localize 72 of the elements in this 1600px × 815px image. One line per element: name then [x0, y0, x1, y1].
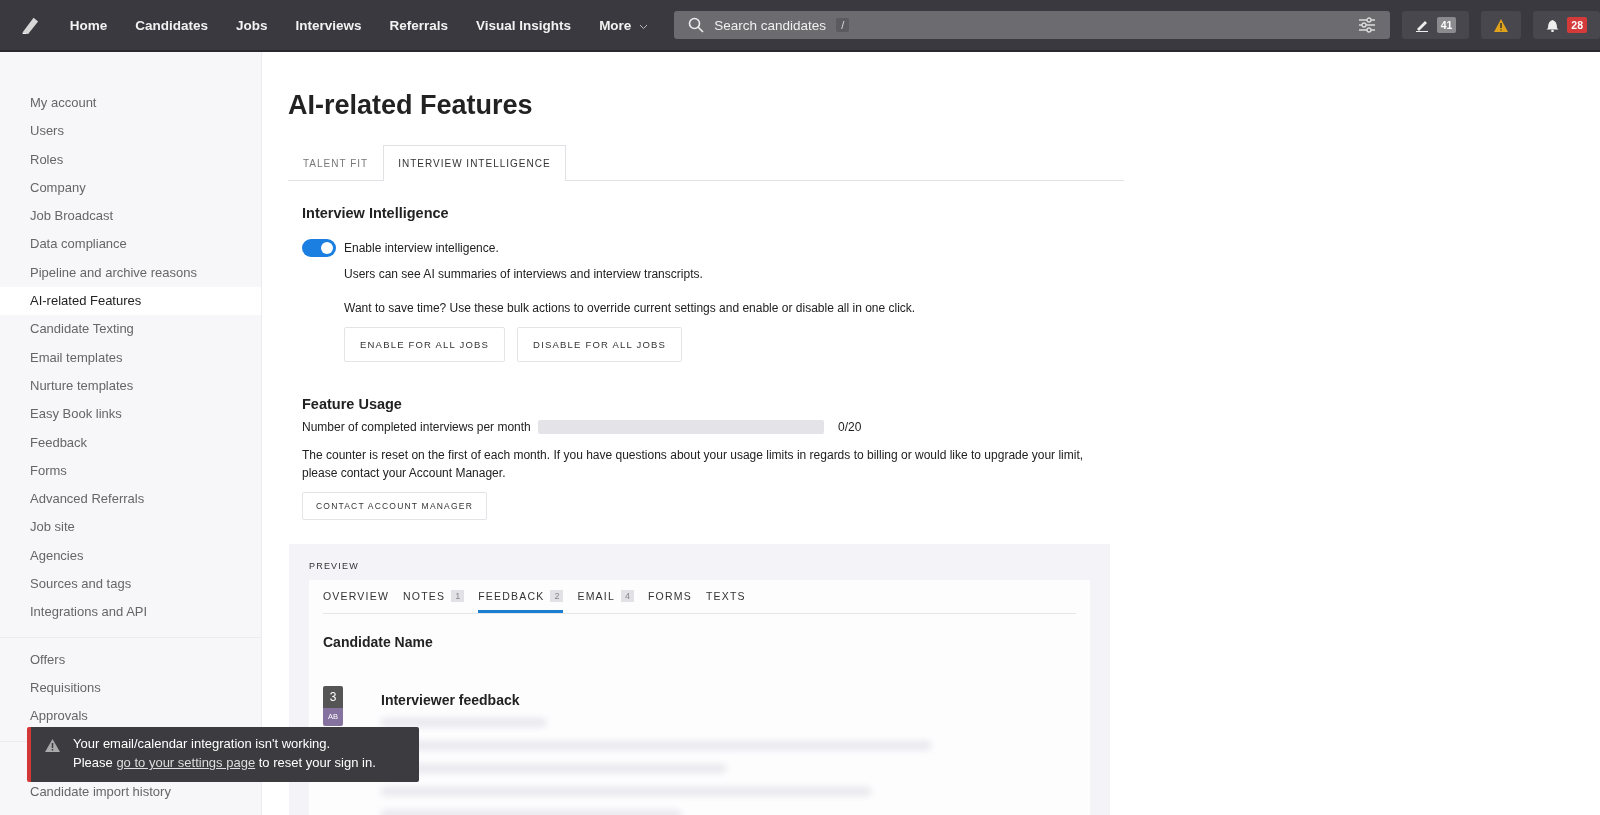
filter-sliders-icon[interactable] [1357, 17, 1376, 33]
sidebar-item[interactable]: Agencies [0, 541, 261, 571]
sidebar-item[interactable]: Requisitions [0, 673, 261, 703]
bulk-action-button[interactable]: DISABLE FOR ALL JOBS [517, 327, 683, 362]
search-field[interactable]: Search candidates [712, 16, 829, 34]
bulk-action-button[interactable]: ENABLE FOR ALL JOBS [344, 327, 506, 362]
sidebar-item[interactable]: Nurture templates [0, 371, 261, 401]
toast-message: Please go to your settings page to reset your sign in. [73, 755, 376, 770]
sidebar-item[interactable]: Integrations and API [0, 598, 261, 627]
sidebar-item[interactable]: Roles [0, 145, 261, 174]
chevron-down-icon [639, 23, 649, 30]
sidebar-item[interactable]: Easy Book links [0, 400, 261, 429]
metric-label: Number of completed interviews per month [302, 420, 532, 434]
bulk-note: Want to save time? Use these bulk actions to override current settings and enable or disable all in one click. [344, 301, 917, 315]
pencil-icon [1414, 18, 1429, 32]
warning-icon [1494, 18, 1509, 32]
nav-link[interactable]: Candidates [135, 17, 208, 33]
usage-note: The counter is reset on the first of each month. If you have questions about your usage limits in regards to billing or would like to upgrade your limit, please contact your Account Manager. [302, 447, 1085, 482]
warning-icon [45, 739, 60, 752]
page-title: AI-related Features [288, 90, 534, 121]
score-badge: 3 [323, 686, 343, 708]
toast-message: Your email/calendar integration isn't working. [73, 736, 332, 751]
sidebar-item[interactable]: Advanced Referrals [0, 485, 261, 514]
tab[interactable]: INTERVIEW INTELLIGENCE [383, 145, 566, 181]
count-badge: 28 [1567, 17, 1587, 33]
sidebar-item[interactable]: Users [0, 117, 261, 146]
edit-button[interactable]: 41 [1401, 11, 1470, 39]
preview-tab[interactable]: TEXTS [705, 580, 746, 613]
warning-button[interactable] [1481, 11, 1522, 39]
candidate-name: Candidate Name [323, 634, 434, 650]
nav-link[interactable]: Referrals [389, 17, 449, 33]
sidebar-item[interactable]: AI-related Features [0, 287, 261, 316]
preview-tab[interactable]: FEEDBACK 2 [478, 580, 564, 613]
nav-link[interactable]: Interviews [295, 17, 362, 33]
contact-button[interactable]: CONTACT ACCOUNT MANAGER [302, 492, 487, 520]
sidebar-item[interactable]: Approvals [0, 702, 261, 731]
bell-icon [1546, 18, 1560, 32]
nav-link[interactable]: Visual Insights [476, 17, 572, 33]
sidebar-item[interactable]: Company [0, 173, 261, 203]
count-badge: 41 [1436, 17, 1457, 33]
sidebar-item[interactable]: Offers [0, 645, 261, 674]
sidebar-item[interactable]: Pipeline and archive reasons [0, 258, 261, 288]
feedback-title: Interviewer feedback [381, 692, 521, 708]
preview-label: PREVIEW [309, 561, 359, 571]
section-title: Interview Intelligence [302, 205, 450, 221]
toggle-switch[interactable] [302, 239, 336, 257]
nav-link[interactable]: Jobs [236, 17, 268, 33]
sidebar-item[interactable]: Job Broadcast [0, 202, 261, 231]
section-title: Feature Usage [302, 396, 403, 412]
notifications-button[interactable]: 28 [1533, 11, 1600, 39]
sidebar-item[interactable]: Feedback [0, 428, 261, 457]
preview-tab[interactable]: FORMS [647, 580, 692, 613]
sidebar-item[interactable]: Data compliance [0, 230, 261, 259]
sidebar-item[interactable]: Sources and tags [0, 570, 261, 599]
shortcut-key: / [836, 18, 850, 32]
sidebar-item[interactable]: Candidate Texting [0, 315, 261, 344]
sidebar-item[interactable]: Email templates [0, 343, 261, 372]
sidebar-item[interactable]: My account [0, 89, 261, 118]
usage-reading: 0/20 [838, 420, 862, 434]
sidebar-item[interactable]: Job site [0, 513, 261, 542]
preview-tab[interactable]: EMAIL 4 [577, 580, 634, 613]
tab[interactable]: TALENT FIT [288, 145, 384, 181]
preview-tab[interactable]: NOTES 1 [403, 580, 465, 613]
more-menu[interactable]: More [599, 17, 649, 33]
search-icon [688, 17, 705, 33]
nav-link[interactable]: Home [69, 17, 108, 33]
toggle-label: Enable interview intelligence. [344, 241, 499, 255]
sidebar-item[interactable]: Forms [0, 456, 261, 486]
sidebar-item[interactable]: Candidate import history [0, 777, 261, 806]
settings-link[interactable]: go to your settings page [116, 755, 256, 770]
preview-tab[interactable]: OVERVIEW [323, 580, 389, 613]
help-text: Users can see AI summaries of interviews and interview transcripts. [344, 267, 704, 281]
